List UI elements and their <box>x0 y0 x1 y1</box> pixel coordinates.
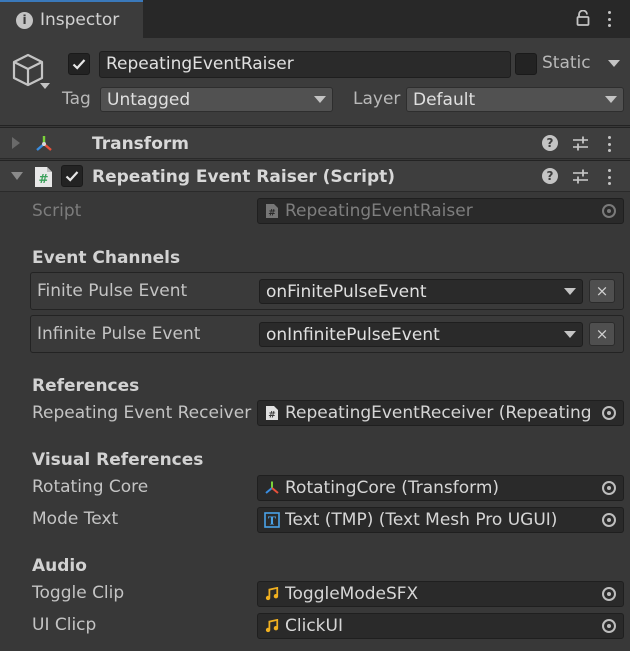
event-channel-row: Finite Pulse Event onFinitePulseEvent × <box>30 272 624 310</box>
object-field-repeating-event-receiver[interactable]: # RepeatingEventReceiver (Repeating E <box>257 400 624 426</box>
event-channel-row: Infinite Pulse Event onInfinitePulseEven… <box>30 315 624 353</box>
svg-text:#: # <box>268 209 276 219</box>
script-field-value: RepeatingEventRaiser <box>285 201 473 221</box>
presets-icon[interactable] <box>572 168 589 185</box>
object-picker-icon[interactable] <box>595 614 623 638</box>
tag-value: Untagged <box>107 89 191 110</box>
script-file-icon: # <box>264 203 280 219</box>
object-field-value: ToggleModeSFX <box>285 584 419 604</box>
object-picker-icon[interactable] <box>595 508 623 532</box>
checkmark-icon <box>72 59 86 70</box>
component-header-script[interactable]: # Repeating Event Raiser (Script) ? <box>0 160 630 192</box>
tab-menu-icon[interactable] <box>607 11 611 27</box>
help-icon[interactable]: ? <box>542 168 558 184</box>
static-label: Static <box>542 53 591 73</box>
object-field-ui-clip[interactable]: ClickUI <box>257 613 624 639</box>
field-label-ui-clip: UI Clicp <box>32 615 97 635</box>
svg-text:T: T <box>268 515 277 528</box>
chevron-down-icon <box>564 331 576 338</box>
event-channel-label: Infinite Pulse Event <box>37 324 201 344</box>
layer-label: Layer <box>353 89 401 109</box>
component-enabled-checkbox[interactable] <box>61 165 83 187</box>
component-menu-icon[interactable] <box>607 169 611 185</box>
help-icon[interactable]: ? <box>542 135 558 151</box>
remove-button[interactable]: × <box>589 322 615 346</box>
event-channel-dropdown[interactable]: onInfinitePulseEvent <box>259 322 583 347</box>
foldout-arrow-icon[interactable] <box>11 172 23 180</box>
object-picker-icon[interactable] <box>595 401 623 425</box>
script-file-icon: # <box>35 167 52 187</box>
remove-button[interactable]: × <box>589 279 615 303</box>
object-field-value: RotatingCore (Transform) <box>285 478 500 498</box>
icon-dropdown-arrow[interactable] <box>40 83 50 89</box>
object-field-rotating-core[interactable]: RotatingCore (Transform) <box>257 475 624 501</box>
info-icon: i <box>16 11 33 29</box>
tag-dropdown[interactable]: Untagged <box>100 87 333 112</box>
object-field-value: RepeatingEventReceiver (Repeating E <box>285 403 595 423</box>
chevron-down-icon <box>605 96 617 103</box>
chevron-down-icon <box>314 96 326 103</box>
tab-inspector[interactable]: i Inspector <box>0 0 143 38</box>
audio-clip-icon <box>264 618 280 634</box>
field-label-repeating-event-receiver: Repeating Event Receiver <box>32 403 252 423</box>
checkmark-icon <box>65 171 79 182</box>
object-field-toggle-clip[interactable]: ToggleModeSFX <box>257 581 624 607</box>
event-channel-dropdown[interactable]: onFinitePulseEvent <box>259 279 583 304</box>
object-field-mode-text[interactable]: T Text (TMP) (Text Mesh Pro UGUI) <box>257 507 624 533</box>
presets-icon[interactable] <box>572 135 589 152</box>
event-channel-label: Finite Pulse Event <box>37 281 188 301</box>
event-channel-value: onFinitePulseEvent <box>266 281 427 302</box>
object-field-value: ClickUI <box>285 616 343 636</box>
object-field-value: Text (TMP) (Text Mesh Pro UGUI) <box>285 510 558 530</box>
section-header-event-channels: Event Channels <box>32 248 181 268</box>
object-picker-icon[interactable] <box>595 476 623 500</box>
component-header-transform[interactable]: Transform ? <box>0 127 630 159</box>
component-title: Transform <box>92 134 189 154</box>
field-label-toggle-clip: Toggle Clip <box>32 583 125 603</box>
script-file-icon: # <box>264 405 280 421</box>
transform-icon <box>264 480 280 496</box>
component-menu-icon[interactable] <box>607 136 611 152</box>
script-field-label: Script <box>32 201 82 221</box>
static-dropdown-arrow[interactable] <box>608 60 620 67</box>
object-picker-icon <box>595 199 623 223</box>
section-header-audio: Audio <box>32 556 87 576</box>
foldout-arrow-icon[interactable] <box>12 137 20 149</box>
tab-bar: i Inspector <box>0 0 630 38</box>
script-field: # RepeatingEventRaiser <box>257 198 624 224</box>
transform-icon <box>36 136 52 151</box>
static-checkbox[interactable] <box>515 53 537 75</box>
section-header-references: References <box>32 376 140 396</box>
text-tmp-icon: T <box>264 512 280 528</box>
tag-label: Tag <box>62 89 91 109</box>
layer-value: Default <box>413 89 476 110</box>
field-label-rotating-core: Rotating Core <box>32 477 149 497</box>
object-picker-icon[interactable] <box>595 582 623 606</box>
audio-clip-icon <box>264 586 280 602</box>
lock-icon[interactable] <box>576 10 590 26</box>
active-checkbox[interactable] <box>68 53 90 75</box>
layer-dropdown[interactable]: Default <box>406 87 624 112</box>
event-channel-value: onInfinitePulseEvent <box>266 324 440 345</box>
gameobject-name-input[interactable]: RepeatingEventRaiser <box>99 51 511 78</box>
svg-text:#: # <box>268 411 276 421</box>
component-title: Repeating Event Raiser (Script) <box>92 167 396 187</box>
svg-text:#: # <box>38 172 48 186</box>
section-header-visual-references: Visual References <box>32 450 204 470</box>
chevron-down-icon <box>564 288 576 295</box>
field-label-mode-text: Mode Text <box>32 509 119 529</box>
tab-title: Inspector <box>40 10 120 30</box>
